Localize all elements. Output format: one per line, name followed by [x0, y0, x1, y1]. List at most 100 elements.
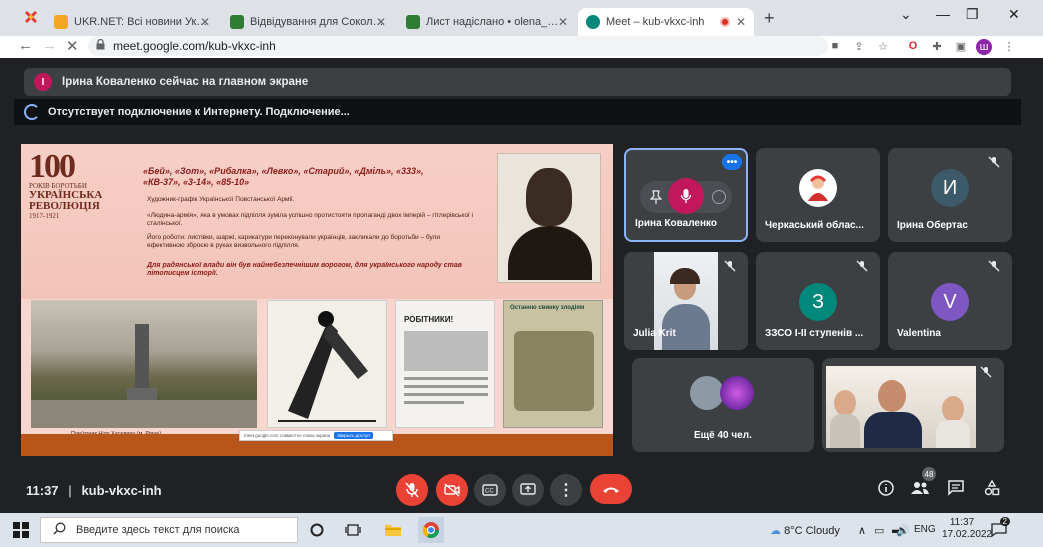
tab-ukrnet[interactable]: UKR.NET: Всі новини України, ос ✕: [46, 8, 218, 36]
volume-icon[interactable]: 🔊: [896, 524, 910, 537]
chat-icon[interactable]: [946, 478, 966, 498]
more-options-icon[interactable]: ⋮: [550, 474, 582, 506]
mic-off-icon: [722, 258, 738, 274]
close-icon[interactable]: ✕: [558, 15, 568, 29]
meeting-info-icon[interactable]: [876, 478, 896, 498]
task-view-icon[interactable]: [342, 519, 364, 541]
mic-off-icon: [978, 364, 994, 380]
close-icon[interactable]: ✕: [376, 15, 386, 29]
windows-start-icon[interactable]: [10, 519, 32, 541]
participant-name: Julia Krit: [633, 328, 676, 339]
weather-widget[interactable]: ☁ 8°C Cloudy: [770, 524, 840, 537]
tab-search-icon[interactable]: [24, 10, 38, 24]
activities-icon[interactable]: [982, 478, 1002, 498]
participant-tile-active[interactable]: ••• Ірина Коваленко: [624, 148, 748, 242]
portrait-photo: [497, 153, 601, 283]
participant-name: Ірина Коваленко: [635, 218, 718, 229]
svg-text:CC: CC: [485, 489, 494, 495]
cloud-icon: ☁: [770, 525, 781, 537]
file-explorer-icon[interactable]: [382, 519, 404, 541]
menu-kebab-icon[interactable]: ⋮: [1002, 39, 1016, 53]
back-icon[interactable]: ←: [18, 37, 33, 54]
stop-sharing-button[interactable]: Закрыть доступ: [334, 432, 373, 439]
tab-attendance[interactable]: Відвідування для Соколенко І.О ✕: [222, 8, 394, 36]
participant-name: Черкаський облас...: [765, 220, 864, 231]
participant-tile[interactable]: Julia Krit: [624, 252, 748, 350]
present-now-button[interactable]: [512, 474, 544, 506]
more-options-button[interactable]: •••: [722, 154, 742, 170]
close-icon[interactable]: ✕: [736, 15, 746, 29]
mic-off-icon: [986, 154, 1002, 170]
tray-chevron-icon[interactable]: ∧: [858, 524, 866, 537]
leave-call-button[interactable]: [590, 474, 632, 504]
participant-tile-video[interactable]: [822, 358, 1004, 452]
url-text: meet.google.com/kub-vkxc-inh: [113, 39, 276, 53]
remove-icon[interactable]: [712, 190, 726, 204]
stop-icon[interactable]: ✕: [66, 37, 79, 55]
opera-extension-icon[interactable]: O: [906, 39, 920, 53]
language-indicator[interactable]: ENG: [914, 524, 936, 535]
monument-photo: Пам'ятник Нілу Хасевичу (м. Рівне): [31, 300, 257, 437]
classroom-favicon-icon: [230, 15, 244, 29]
extensions-puzzle-icon[interactable]: ✚: [930, 39, 944, 53]
window-close-icon[interactable]: ✕: [1008, 6, 1020, 23]
new-tab-button[interactable]: +: [764, 8, 775, 29]
profile-avatar[interactable]: ш: [976, 39, 992, 55]
tab-search-dropdown-icon[interactable]: ⌄: [900, 6, 912, 23]
lock-icon: [96, 38, 105, 53]
participant-name: ЗЗСО І-ІІ ступенів ...: [765, 328, 864, 339]
close-icon[interactable]: ✕: [200, 15, 210, 29]
network-icon[interactable]: ▭: [874, 524, 884, 537]
captions-button[interactable]: CC: [474, 474, 506, 506]
minimize-icon[interactable]: —: [936, 6, 950, 22]
participant-tile[interactable]: V Valentina: [888, 252, 1012, 350]
camera-toggle-button[interactable]: [436, 474, 468, 506]
ukrnet-favicon-icon: [54, 15, 68, 29]
mic-off-icon: [986, 258, 1002, 274]
participant-name: Ірина Обертас: [897, 220, 968, 231]
participant-avatar: З: [799, 283, 837, 321]
slide-paragraph: Його роботи: листівки, шаржі, карикатури…: [147, 234, 441, 249]
mic-off-icon: [854, 258, 870, 274]
taskbar-search-input[interactable]: Введите здесь текст для поиска: [40, 517, 298, 543]
participant-avatar: [799, 169, 837, 207]
slide-paragraph: Художник-графік Української Повстанської…: [147, 196, 295, 203]
tab-mail[interactable]: Лист надіслано • olena_f96@ukr ✕: [398, 8, 576, 36]
more-participants-tile[interactable]: Ещё 40 чел.: [632, 358, 814, 452]
restore-icon[interactable]: ❐: [966, 6, 979, 23]
bookmark-star-icon[interactable]: ☆: [876, 39, 890, 53]
forward-icon[interactable]: →: [42, 37, 57, 54]
notification-center-icon[interactable]: 2: [988, 517, 1010, 541]
participant-name: Valentina: [897, 328, 941, 339]
participant-tile[interactable]: И Ірина Обертас: [888, 148, 1012, 242]
browser-toolbar: ← → ✕ meet.google.com/kub-vkxc-inh ■ ⇪ ☆…: [0, 36, 1043, 58]
pin-icon[interactable]: [649, 190, 663, 209]
side-panel-icon[interactable]: ▣: [954, 39, 968, 53]
tab-meet[interactable]: Meet – kub-vkxc-inh ✕: [578, 8, 754, 36]
slide-paragraph-emphasis: Для радянської влади він був найнебезпеч…: [147, 262, 463, 277]
slide-paragraph: «Людина-армія», яка в умовах підпілля зу…: [147, 212, 473, 227]
microphone-muted-icon[interactable]: [668, 178, 704, 214]
caricature-image: Останню свинку злодіям: [503, 300, 603, 428]
camera-icon[interactable]: ■: [828, 39, 842, 53]
presenter-banner: І Ірина Коваленко сейчас на главном экра…: [24, 68, 1011, 96]
people-icon[interactable]: [910, 478, 930, 498]
presentation-screen[interactable]: 100 РОКІВ БОРОТЬБИ УКРАЇНСЬКА РЕВОЛЮЦІЯ …: [21, 144, 613, 456]
participant-tile[interactable]: З ЗЗСО І-ІІ ступенів ...: [756, 252, 880, 350]
connection-banner-text: Отсутствует подключение к Интернету. Под…: [48, 106, 350, 118]
chrome-taskbar-icon[interactable]: [418, 517, 444, 543]
system-clock[interactable]: 11:37 17.02.2022: [942, 517, 992, 541]
participant-avatar: V: [931, 283, 969, 321]
meeting-details: 11:37 | kub-vkxc-inh: [26, 483, 162, 498]
address-bar[interactable]: meet.google.com/kub-vkxc-inh: [88, 36, 828, 56]
meeting-time: 11:37: [26, 483, 59, 498]
meet-window: І Ірина Коваленко сейчас на главном экра…: [0, 58, 1043, 513]
share-icon[interactable]: ⇪: [852, 39, 866, 53]
loading-spinner-icon: [24, 104, 40, 120]
microphone-toggle-button[interactable]: [396, 474, 428, 506]
participant-avatar: [720, 376, 754, 410]
participant-tile[interactable]: Черкаський облас...: [756, 148, 880, 242]
presenter-banner-text: Ірина Коваленко сейчас на главном экране: [62, 76, 309, 88]
windows-taskbar: Введите здесь текст для поиска ☁ 8°C Clo…: [0, 513, 1043, 547]
cortana-icon[interactable]: [306, 519, 328, 541]
